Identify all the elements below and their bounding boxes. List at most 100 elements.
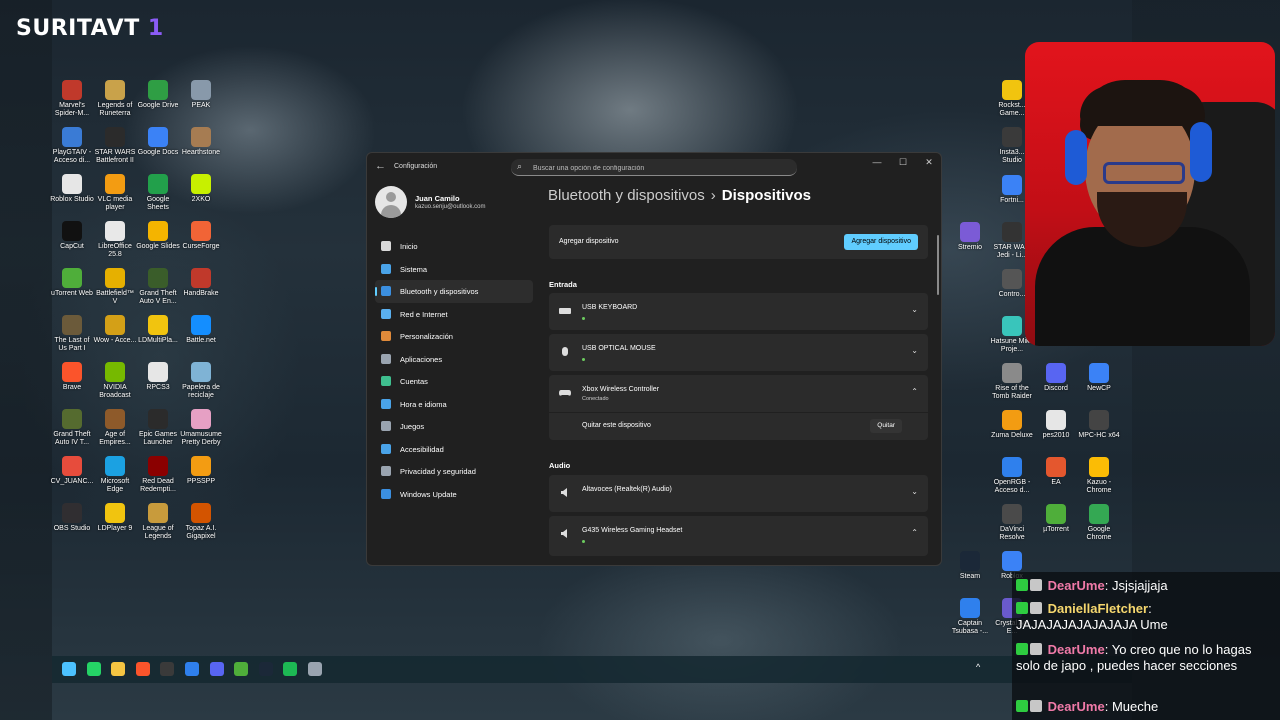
settings-icon[interactable] (308, 662, 322, 676)
maximize-icon[interactable]: ☐ (891, 157, 915, 168)
nav-item[interactable]: Red e Internet (375, 303, 533, 326)
nav-item[interactable]: Sistema (375, 258, 533, 281)
desktop-icon[interactable]: Umamusume Pretty Derby (179, 409, 223, 447)
desktop-icon[interactable]: NewCP (1077, 363, 1121, 393)
desktop-icon[interactable]: League of Legends (136, 503, 180, 541)
desktop-icon[interactable]: pes2010 (1034, 410, 1078, 440)
scrollbar[interactable] (937, 235, 939, 295)
search-input[interactable] (531, 160, 785, 176)
utorrent-icon[interactable] (234, 662, 249, 676)
desktop-icon[interactable]: Wow - Acce... (93, 315, 137, 345)
desktop-icon[interactable]: Microsoft Edge (93, 456, 137, 494)
desktop-icon[interactable]: Papelera de reciclaje (179, 362, 223, 400)
settings-search-box[interactable]: ⌕ (511, 159, 797, 176)
desktop-icon[interactable]: Grand Theft Auto V En... (136, 268, 180, 306)
chevron-up-icon[interactable]: ⌃ (911, 387, 918, 396)
desktop-icon[interactable]: RPCS3 (136, 362, 180, 392)
desktop-icon-label: Hearthstone (181, 149, 221, 156)
start-icon[interactable] (62, 662, 76, 676)
chevron-down-icon[interactable]: ⌄ (911, 346, 918, 355)
whatsapp-icon[interactable] (86, 662, 101, 676)
desktop-icon[interactable]: Marvel's Spider-M... (50, 80, 94, 118)
desktop-icon[interactable]: Legends of Runeterra (93, 80, 137, 118)
device-row[interactable]: USB KEYBOARD ⌄ (549, 293, 928, 330)
desktop-icon[interactable]: 2XKO (179, 174, 223, 204)
spotify-icon[interactable] (283, 662, 298, 676)
desktop-icon[interactable]: Topaz A.I. Gigapixel (179, 503, 223, 541)
breadcrumb-parent[interactable]: Bluetooth y dispositivos (548, 187, 705, 204)
desktop-icon[interactable]: Battlefield™ V (93, 268, 137, 306)
desktop-icon[interactable]: Kazuo - Chrome (1077, 457, 1121, 495)
desktop-icon[interactable]: µTorrent (1034, 504, 1078, 534)
desktop-icon[interactable]: Red Dead Redempti... (136, 456, 180, 494)
desktop-icon[interactable]: Stremio (948, 222, 992, 252)
device-row[interactable]: USB OPTICAL MOUSE ⌄ (549, 334, 928, 371)
nav-item[interactable]: Juegos (375, 415, 533, 438)
desktop-icon[interactable]: uTorrent Web (50, 268, 94, 298)
obs-icon[interactable] (160, 662, 175, 676)
steam-icon[interactable] (258, 662, 273, 676)
nav-item[interactable]: Inicio (375, 235, 533, 258)
desktop-icon[interactable]: Google Chrome (1077, 504, 1121, 542)
desktop-icon[interactable]: VLC media player (93, 174, 137, 212)
desktop-icon[interactable]: CapCut (50, 221, 94, 251)
discord-icon[interactable] (209, 662, 224, 676)
chevron-up-icon[interactable]: ⌃ (911, 528, 918, 537)
desktop-icon[interactable]: Rise of the Tomb Raider (990, 363, 1034, 401)
brave-icon[interactable] (135, 662, 150, 676)
desktop-icon[interactable]: OBS Studio (50, 503, 94, 533)
desktop-icon[interactable]: Grand Theft Auto IV T... (50, 409, 94, 447)
desktop-icon[interactable]: Brave (50, 362, 94, 392)
desktop-icon[interactable]: Battle.net (179, 315, 223, 345)
desktop-icon[interactable]: DaVinci Resolve (990, 504, 1034, 542)
nav-item[interactable]: Privacidad y seguridad (375, 460, 533, 483)
desktop-icon[interactable]: EA (1034, 457, 1078, 487)
desktop-icon[interactable]: LibreOffice 25.8 (93, 221, 137, 259)
nav-item[interactable]: Windows Update (375, 483, 533, 506)
desktop-icon[interactable]: Age of Empires... (93, 409, 137, 447)
desktop-icon[interactable]: Google Drive (136, 80, 180, 110)
nav-item[interactable]: Bluetooth y dispositivos (375, 280, 533, 303)
desktop-icon[interactable]: PlayGTAIV - Acceso di... (50, 127, 94, 165)
desktop-icon[interactable]: Steam (948, 551, 992, 581)
desktop-icon[interactable]: PEAK (179, 80, 223, 110)
chevron-down-icon[interactable]: ⌄ (911, 305, 918, 314)
desktop-icon[interactable]: Google Sheets (136, 174, 180, 212)
tray-chevron-icon[interactable]: ^ (976, 662, 980, 672)
nav-item[interactable]: Accesibilidad (375, 438, 533, 461)
desktop-icon[interactable]: LDPlayer 9 (93, 503, 137, 533)
desktop-icon[interactable]: Zuma Deluxe (990, 410, 1034, 440)
file-explorer-icon[interactable] (111, 662, 126, 676)
desktop-icon[interactable]: Discord (1034, 363, 1078, 393)
close-icon[interactable]: ✕ (917, 157, 941, 168)
remove-button[interactable]: Quitar (870, 419, 902, 433)
nav-item[interactable]: Aplicaciones (375, 348, 533, 371)
desktop-icon[interactable]: Hearthstone (179, 127, 223, 157)
desktop-icon[interactable]: Captain Tsubasa -... (948, 598, 992, 636)
nav-item[interactable]: Hora e idioma (375, 393, 533, 416)
desktop-icon[interactable]: Google Docs (136, 127, 180, 157)
desktop-icon[interactable]: STAR WARS Battlefront II (93, 127, 137, 165)
desktop-icon[interactable]: CurseForge (179, 221, 223, 251)
desktop-icon[interactable]: NVIDIA Broadcast (93, 362, 137, 400)
desktop-icon[interactable]: LDMultiPla... (136, 315, 180, 345)
chevron-down-icon[interactable]: ⌄ (911, 487, 918, 496)
nav-item[interactable]: Cuentas (375, 370, 533, 393)
device-row[interactable]: Altavoces (Realtek(R) Audio) ⌄ (549, 475, 928, 512)
desktop-icon[interactable]: OpenRGB - Acceso d... (990, 457, 1034, 495)
desktop-icon[interactable]: Google Slides (136, 221, 180, 251)
device-row[interactable]: G435 Wireless Gaming Headset ⌃ (549, 516, 928, 556)
back-arrow-icon[interactable]: ← (375, 160, 386, 172)
desktop-icon[interactable]: Epic Games Launcher (136, 409, 180, 447)
desktop-icon[interactable]: CV_JUANC... (50, 456, 94, 486)
ccleaner-icon[interactable] (185, 662, 199, 676)
minimize-icon[interactable]: — (865, 157, 889, 167)
nav-item[interactable]: Personalización (375, 325, 533, 348)
desktop-icon[interactable]: Roblox Studio (50, 174, 94, 204)
desktop-icon[interactable]: HandBrake (179, 268, 223, 298)
add-device-button[interactable]: Agregar dispositivo (844, 234, 918, 250)
desktop-icon[interactable]: The Last of Us Part I (50, 315, 94, 353)
desktop-icon[interactable]: MPC-HC x64 (1077, 410, 1121, 440)
desktop-icon[interactable]: PPSSPP (179, 456, 223, 486)
device-row-expanded[interactable]: Xbox Wireless Controller Conectado ⌃ (549, 375, 928, 412)
